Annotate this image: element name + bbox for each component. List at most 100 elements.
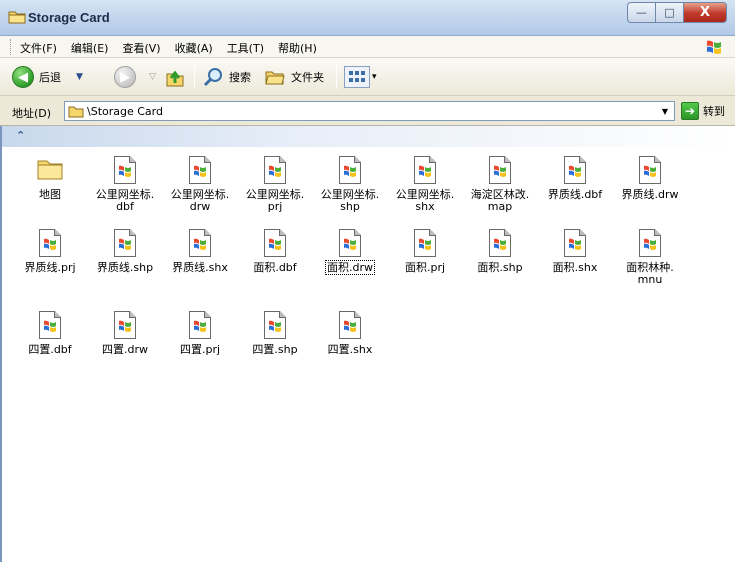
toolbar-separator [194,65,195,89]
close-button[interactable]: X [683,2,727,23]
menu-tools[interactable]: 工具(T) [227,40,264,56]
views-icon [344,66,370,88]
windows-document-icon [36,228,64,258]
file-name-line: mnu [637,273,663,286]
file-item[interactable]: 界质线.shx [164,228,236,274]
toolbar-separator [336,65,337,89]
file-name: 四置.dbf [14,344,86,356]
address-dropdown-icon[interactable]: ▼ [657,103,673,119]
go-button[interactable]: ➔ 转到 [681,102,725,120]
file-name-line: 界质线.dbf [547,188,603,201]
file-name-line: 界质线.shp [96,261,154,274]
windows-document-icon [336,310,364,340]
windows-document-icon [111,228,139,258]
file-name-line: 四置.shx [327,343,373,356]
file-name: 公里网坐标. shp [314,189,386,213]
search-label: 搜索 [229,71,251,84]
folder-item[interactable]: 地图 [14,155,86,201]
address-bar: 地址(D) \Storage Card ▼ ➔ 转到 [0,96,735,126]
windows-document-icon [186,155,214,185]
file-name-line: 面积.prj [404,261,446,274]
search-button[interactable]: 搜索 [202,65,251,89]
forward-button[interactable]: ▶ ▽ [114,65,156,89]
windows-document-icon [186,310,214,340]
file-name-line: 界质线.prj [24,261,76,274]
file-name-line: prj [267,200,283,213]
file-item[interactable]: 公里网坐标. dbf [89,155,161,213]
file-name: 界质线.dbf [539,189,611,201]
file-item[interactable]: 公里网坐标. shx [389,155,461,213]
windows-logo-icon [707,40,721,54]
file-name: 面积.shx [539,262,611,274]
file-name: 面积.shp [464,262,536,274]
windows-document-icon [561,228,589,258]
windows-document-icon [336,228,364,258]
file-list-view[interactable]: ⌃ 地图 公里网坐标. dbf 公里网坐标. drw 公里网坐标. prj 公里网坐标. shp… [0,126,735,562]
file-name-line: 面积.shp [477,261,523,274]
file-item[interactable]: 公里网坐标. prj [239,155,311,213]
toolbar: ◀ 后退 ▼ ▶ ▽ 搜索 文件夹 ▾ [0,58,735,96]
file-name: 四置.prj [164,344,236,356]
views-dropdown-icon[interactable]: ▾ [372,72,377,82]
windows-document-icon [486,155,514,185]
file-item[interactable]: 四置.prj [164,310,236,356]
up-button[interactable] [164,65,186,89]
menu-favorites[interactable]: 收藏(A) [175,40,213,56]
file-name-line: 界质线.drw [621,188,679,201]
menu-items: 文件(F) 编辑(E) 查看(V) 收藏(A) 工具(T) 帮助(H) [20,40,317,56]
file-item[interactable]: 四置.dbf [14,310,86,356]
address-label: 地址(D) [12,107,52,120]
file-item[interactable]: 面积.dbf [239,228,311,274]
file-name-line: 地图 [39,188,61,201]
file-name: 四置.drw [89,344,161,356]
file-name: 面积.dbf [239,262,311,274]
file-item[interactable]: 面积.shp [464,228,536,274]
menu-view[interactable]: 查看(V) [122,40,160,56]
address-input[interactable]: \Storage Card ▼ [64,101,675,121]
windows-document-icon [261,155,289,185]
file-name-line: 界质线.shx [172,261,228,274]
file-name: 公里网坐标. dbf [89,189,161,213]
file-name-line: 四置.drw [102,343,148,356]
file-item[interactable]: 公里网坐标. drw [164,155,236,213]
menu-edit[interactable]: 编辑(E) [71,40,109,56]
window-controls: — □ X [627,2,727,24]
views-button[interactable]: ▾ [344,65,377,89]
menu-grip[interactable] [10,39,12,55]
file-item[interactable]: 界质线.shp [89,228,161,274]
file-name: 地图 [14,189,86,201]
back-dropdown-icon[interactable]: ▼ [76,72,83,82]
menu-help[interactable]: 帮助(H) [278,40,317,56]
file-item[interactable]: 界质线.dbf [539,155,611,201]
back-button[interactable]: ◀ 后退 ▼ [12,65,83,89]
file-name: 界质线.shx [164,262,236,274]
chevron-up-icon[interactable]: ⌃ [16,129,25,142]
windows-document-icon [636,228,664,258]
menu-file[interactable]: 文件(F) [20,40,57,56]
group-header[interactable]: ⌃ [2,126,735,147]
windows-document-icon [111,155,139,185]
file-item[interactable]: 界质线.prj [14,228,86,274]
maximize-icon: □ [664,6,675,19]
file-item[interactable]: 界质线.drw [614,155,686,201]
folders-button[interactable]: 文件夹 [264,65,324,89]
file-name: 界质线.shp [89,262,161,274]
file-item[interactable]: 面积.prj [389,228,461,274]
title-bar[interactable]: Storage Card — □ X [0,0,735,36]
file-item[interactable]: 海淀区林改. map [464,155,536,213]
file-name-line: dbf [116,200,134,213]
folder-icon [8,11,26,24]
maximize-button[interactable]: □ [655,2,683,23]
minimize-button[interactable]: — [627,2,655,23]
file-item[interactable]: 公里网坐标. shp [314,155,386,213]
forward-dropdown-icon[interactable]: ▽ [149,72,156,82]
file-item[interactable]: 面积林种. mnu [614,228,686,286]
folder-icon [68,106,84,118]
file-item[interactable]: 四置.shp [239,310,311,356]
windows-document-icon [36,310,64,340]
file-item[interactable]: 面积.shx [539,228,611,274]
file-item[interactable]: 四置.shx [314,310,386,356]
file-item[interactable]: 四置.drw [89,310,161,356]
file-item[interactable]: 面积.drw [314,228,386,275]
windows-document-icon [486,228,514,258]
